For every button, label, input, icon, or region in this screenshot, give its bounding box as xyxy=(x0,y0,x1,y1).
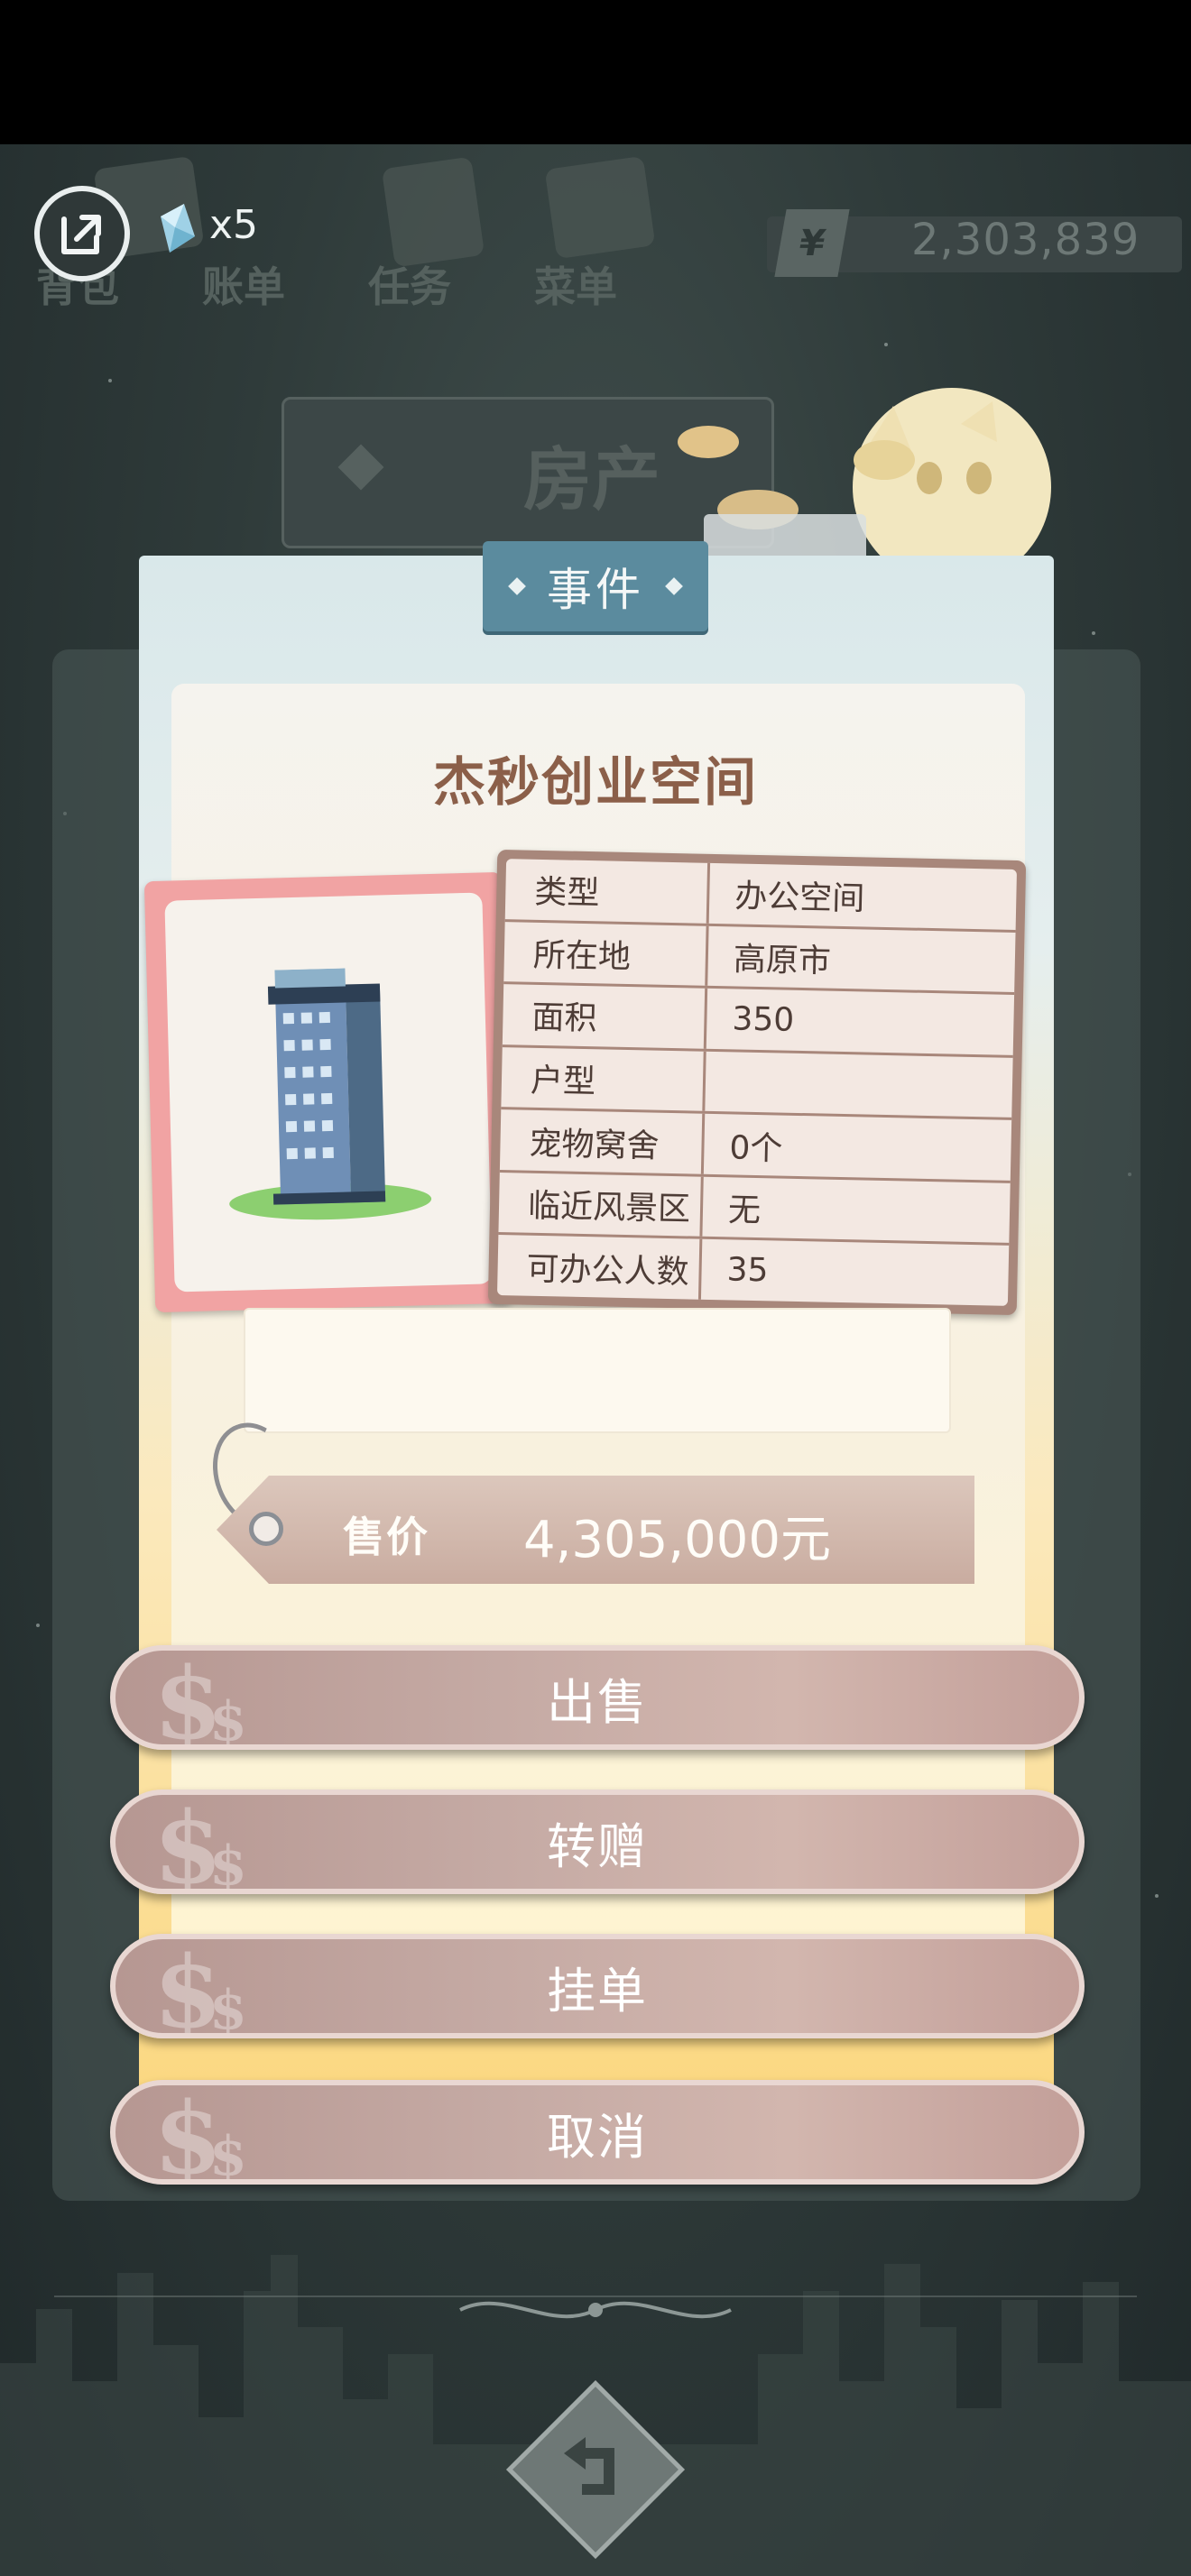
info-value: 350 xyxy=(732,1000,795,1039)
tag-right-diamond-icon xyxy=(665,577,683,595)
description-box xyxy=(244,1308,951,1433)
info-row: 户型 xyxy=(501,1046,1013,1121)
info-key: 临近风景区 xyxy=(498,1172,704,1237)
tasks-icon xyxy=(381,156,485,268)
info-row: 所在地 高原市 xyxy=(503,921,1016,996)
info-value: 高原市 xyxy=(733,941,832,980)
share-button[interactable] xyxy=(34,186,130,281)
dollar-small-icon: $ xyxy=(209,1979,249,2038)
balance-value: 2,303,839 xyxy=(911,215,1140,265)
info-key: 可办公人数 xyxy=(496,1235,703,1300)
dialog-header-tag: 事件 xyxy=(483,541,708,631)
gift-label: 转赠 xyxy=(547,1817,648,1875)
info-row: 宠物窝舍 0个 xyxy=(499,1109,1012,1183)
info-value: 35 xyxy=(726,1251,769,1290)
property-info-table: 类型 办公空间 所在地 高原市 面积 350 户型 宠物窝舍 0个 临近风景区 … xyxy=(487,849,1027,1316)
info-key: 类型 xyxy=(504,859,711,924)
property-image-frame xyxy=(164,892,493,1293)
info-key: 所在地 xyxy=(503,921,709,986)
menu-button[interactable]: 菜单 xyxy=(534,254,617,314)
office-building-icon xyxy=(229,968,432,1220)
menu-icon xyxy=(544,155,656,260)
gem-count: x5 xyxy=(209,202,259,248)
sell-button[interactable]: $ $ 出售 xyxy=(110,1645,1085,1750)
info-value xyxy=(705,1052,1012,1118)
dollar-small-icon: $ xyxy=(209,1835,249,1894)
tag-left-diamond-icon xyxy=(508,577,526,595)
list-order-button[interactable]: $ $ 挂单 xyxy=(110,1934,1085,2038)
info-key: 面积 xyxy=(502,984,708,1049)
cancel-label: 取消 xyxy=(547,2108,648,2166)
dollar-small-icon: $ xyxy=(209,2125,249,2185)
info-row: 临近风景区 无 xyxy=(498,1172,1011,1247)
property-image-card xyxy=(143,871,513,1313)
cancel-button[interactable]: $ $ 取消 xyxy=(110,2080,1085,2185)
info-value: 无 xyxy=(727,1191,762,1230)
info-value: 0个 xyxy=(729,1128,783,1168)
yen-icon: ¥ xyxy=(774,209,850,277)
bills-button[interactable]: 账单 xyxy=(202,254,285,314)
tasks-button[interactable]: 任务 xyxy=(368,254,451,314)
gem-icon xyxy=(161,204,195,253)
ornament-icon xyxy=(459,2301,732,2319)
list-order-label: 挂单 xyxy=(547,1962,648,2019)
dialog-header: 事件 xyxy=(547,564,644,616)
tag-hole-icon xyxy=(249,1512,283,1546)
info-key: 宠物窝舍 xyxy=(499,1109,706,1174)
info-row: 面积 350 xyxy=(502,984,1015,1058)
sell-label: 出售 xyxy=(547,1673,648,1731)
info-row: 类型 办公空间 xyxy=(504,859,1018,933)
info-value: 办公空间 xyxy=(734,878,865,918)
property-name: 杰秒创业空间 xyxy=(432,751,758,813)
info-row: 可办公人数 35 xyxy=(496,1235,1009,1306)
price-value: 4,305,000元 xyxy=(523,1511,832,1569)
dollar-small-icon: $ xyxy=(209,1690,249,1750)
gift-button[interactable]: $ $ 转赠 xyxy=(110,1789,1085,1894)
info-key: 户型 xyxy=(501,1046,706,1112)
property-banner-title: 房产 xyxy=(523,439,660,520)
back-arrow-icon xyxy=(564,2437,614,2495)
share-icon xyxy=(61,215,101,254)
price-label: 售价 xyxy=(343,1513,429,1561)
